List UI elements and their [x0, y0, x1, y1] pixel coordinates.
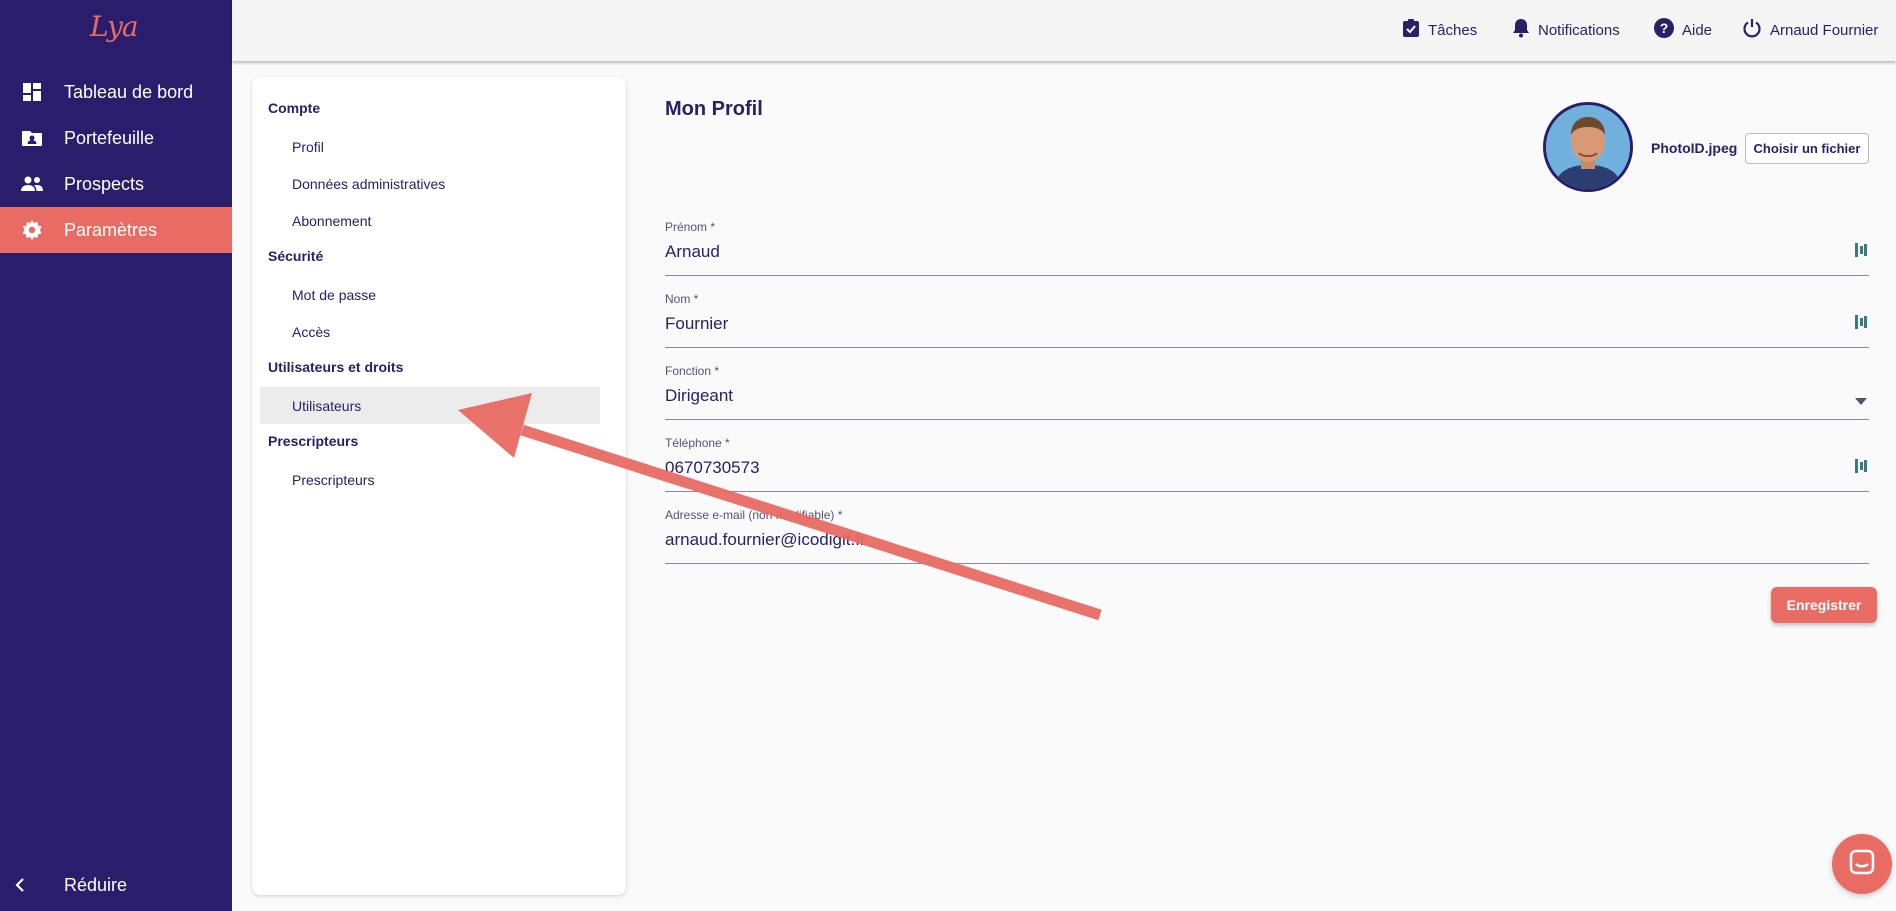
keyboard-badge-icon [1855, 458, 1867, 479]
menu-section-title: Utilisateurs et droits [268, 359, 404, 375]
menu-section-title: Compte [268, 100, 321, 116]
menu-section-title: Sécurité [268, 248, 324, 264]
bell-icon [1512, 18, 1530, 42]
nav-item-dashboard[interactable]: Tableau de bord [0, 69, 232, 115]
dropdown-arrow-icon [1855, 392, 1867, 410]
nav-label: Prospects [64, 173, 145, 194]
tasks-button[interactable]: Tâches [1402, 16, 1477, 44]
choose-file-button[interactable]: Choisir un fichier [1745, 133, 1869, 164]
help-button[interactable]: ? Aide [1654, 16, 1712, 44]
field-value: Dirigeant [665, 386, 734, 405]
menu-link-profile[interactable]: Profil [260, 128, 600, 165]
menu-link-subscription[interactable]: Abonnement [260, 202, 600, 239]
dashboard-icon [0, 82, 64, 102]
menu-link-password[interactable]: Mot de passe [260, 276, 600, 313]
field-label: Adresse e-mail (non modifiable) * [665, 508, 843, 522]
user-logout-button[interactable]: Arnaud Fournier [1742, 16, 1878, 44]
page-title: Mon Profil [665, 98, 763, 120]
sidebar: Lya Tableau de bord Portefeuille Prospec… [0, 0, 232, 911]
last-name-field[interactable]: Nom * Fournier [665, 292, 1869, 348]
user-name: Arnaud Fournier [1770, 21, 1879, 39]
keyboard-badge-icon [1855, 242, 1867, 263]
help-label: Aide [1682, 21, 1713, 39]
help-circle-icon: ? [1654, 18, 1674, 42]
menu-link-prescribers[interactable]: Prescripteurs [260, 461, 600, 498]
menu-link-admin-data[interactable]: Données administratives [260, 165, 600, 202]
nav-item-portfolio[interactable]: Portefeuille [0, 115, 232, 161]
nav-label: Paramètres [64, 219, 158, 240]
svg-text:?: ? [1660, 20, 1669, 36]
field-value: arnaud.fournier@icodigit.fr [665, 530, 866, 549]
field-label: Téléphone * [665, 436, 730, 450]
app-logo: Lya [90, 10, 139, 43]
nav-item-settings[interactable]: Paramètres [0, 207, 232, 253]
field-value: Arnaud [665, 242, 720, 261]
nav-label: Tableau de bord [64, 81, 194, 102]
photo-file-name: PhotoID.jpeg [1651, 140, 1738, 156]
field-label: Fonction * [665, 364, 720, 378]
chevron-left-icon [0, 878, 40, 892]
keyboard-badge-icon [1855, 314, 1867, 335]
nav-item-prospects[interactable]: Prospects [0, 161, 232, 207]
notifications-label: Notifications [1538, 21, 1620, 39]
collapse-button[interactable]: Réduire [0, 862, 232, 908]
field-label: Nom * [665, 292, 699, 306]
power-icon [1742, 18, 1762, 42]
field-label: Prénom * [665, 220, 716, 234]
topbar: Tâches Notifications ? Aide Arnaud Fourn… [232, 0, 1896, 61]
first-name-field[interactable]: Prénom * Arnaud [665, 220, 1869, 276]
menu-section-title: Prescripteurs [268, 433, 359, 449]
save-button[interactable]: Enregistrer [1771, 587, 1877, 623]
settings-menu: Compte Profil Données administratives Ab… [252, 77, 626, 895]
avatar [1543, 102, 1633, 192]
tasks-label: Tâches [1428, 21, 1478, 39]
clipboard-check-icon [1402, 18, 1420, 42]
chat-launcher-button[interactable] [1832, 834, 1892, 894]
menu-link-access[interactable]: Accès [260, 313, 600, 350]
folder-user-icon [0, 129, 64, 147]
field-value: Fournier [665, 314, 729, 333]
gear-icon [0, 220, 64, 240]
phone-field[interactable]: Téléphone * 0670730573 [665, 436, 1869, 492]
notifications-button[interactable]: Notifications [1512, 16, 1620, 44]
people-icon [0, 176, 64, 192]
field-value: 0670730573 [665, 458, 760, 477]
collapse-label: Réduire [64, 874, 128, 895]
function-select[interactable]: Fonction * Dirigeant [665, 364, 1869, 420]
email-field: Adresse e-mail (non modifiable) * arnaud… [665, 508, 1869, 564]
menu-link-users[interactable]: Utilisateurs [260, 387, 600, 424]
nav-label: Portefeuille [64, 127, 155, 148]
chat-icon [1849, 849, 1875, 880]
